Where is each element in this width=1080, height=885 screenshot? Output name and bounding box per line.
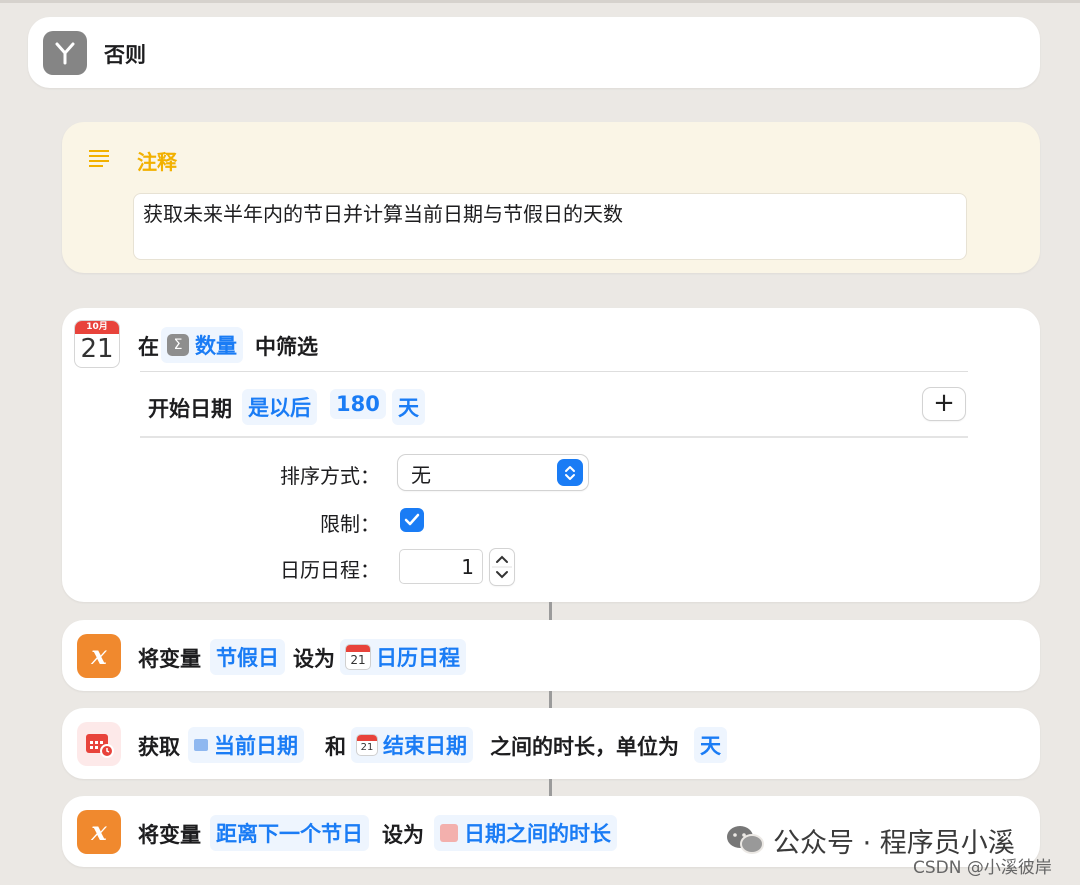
comment-block[interactable]: 注释 获取未来半年内的节日并计算当前日期与节假日的天数 bbox=[62, 122, 1040, 273]
set-var-middle: 设为 bbox=[382, 823, 424, 847]
checkmark-icon bbox=[404, 513, 420, 526]
variable-token[interactable]: 节假日 bbox=[210, 639, 285, 675]
condition-field[interactable]: 开始日期 bbox=[148, 393, 232, 423]
calendar-icon: 21 bbox=[357, 735, 377, 755]
sort-value: 无 bbox=[411, 463, 431, 487]
set-variable-block[interactable]: x 将变量 节假日 设为 21 日历日程 bbox=[62, 620, 1040, 691]
count-stepper[interactable] bbox=[490, 549, 514, 585]
calendar-icon-day: 21 bbox=[80, 334, 114, 364]
duration-middle: 之间的时长，单位为 bbox=[490, 735, 679, 759]
connector-line bbox=[549, 779, 552, 796]
filter-suffix: 中筛选 bbox=[255, 335, 318, 359]
variable-token[interactable]: 距离下一个节日 bbox=[210, 815, 369, 851]
and-label: 和 bbox=[325, 735, 346, 759]
calendar-icon: 21 bbox=[346, 645, 370, 669]
start-date-token[interactable]: 当前日期 bbox=[188, 727, 304, 763]
wechat-icon bbox=[727, 826, 764, 854]
source-token[interactable]: Σ 数量 bbox=[161, 327, 243, 363]
calendar-icon-month: 10月 bbox=[75, 321, 119, 334]
end-date-token[interactable]: 21 结束日期 bbox=[351, 727, 473, 763]
branch-icon bbox=[43, 31, 87, 75]
calendar-icon: 10月 21 bbox=[75, 321, 119, 367]
filter-calendar-events-block[interactable]: 10月 21 在 Σ 数量 中筛选 开始日期 是以后 180 天 + 排序方式：… bbox=[62, 308, 1040, 602]
unit-token[interactable]: 天 bbox=[694, 727, 727, 763]
value-token-label: 日期之间的时长 bbox=[464, 822, 611, 846]
get-time-between-dates-block[interactable]: 获取 当前日期 和 21 结束日期 之间的时长，单位为 天 bbox=[62, 708, 1040, 779]
filter-prefix: 在 bbox=[138, 335, 159, 359]
calendar-clock-icon bbox=[77, 722, 121, 766]
set-var-prefix: 将变量 bbox=[138, 823, 201, 847]
divider bbox=[140, 436, 968, 438]
sort-label: 排序方式： bbox=[280, 464, 380, 488]
connector-line bbox=[549, 602, 552, 620]
lines-icon bbox=[88, 148, 110, 172]
limit-label: 限制： bbox=[320, 512, 380, 536]
top-divider bbox=[0, 0, 1080, 3]
comment-title: 注释 bbox=[137, 150, 177, 174]
get-prefix: 获取 bbox=[138, 735, 180, 759]
connector-line bbox=[549, 691, 552, 708]
condition-value[interactable]: 180 bbox=[330, 389, 386, 419]
set-var-middle: 设为 bbox=[293, 647, 335, 671]
limit-checkbox[interactable] bbox=[400, 508, 424, 532]
set-var-prefix: 将变量 bbox=[138, 647, 201, 671]
source-token-label: 数量 bbox=[195, 334, 237, 358]
value-token[interactable]: 日期之间的时长 bbox=[434, 815, 617, 851]
end-date-label: 结束日期 bbox=[383, 734, 467, 758]
condition-unit[interactable]: 天 bbox=[392, 389, 425, 425]
date-icon bbox=[194, 739, 208, 751]
add-condition-button[interactable]: + bbox=[923, 388, 965, 420]
start-date-label: 当前日期 bbox=[214, 734, 298, 758]
else-title: 否则 bbox=[104, 43, 146, 67]
else-block[interactable]: 否则 bbox=[28, 17, 1040, 88]
csdn-watermark: CSDN @小溪彼岸 bbox=[913, 858, 1052, 878]
count-label: 日历日程： bbox=[280, 558, 380, 582]
duration-icon bbox=[440, 824, 458, 842]
sort-select[interactable]: 无 bbox=[398, 455, 588, 490]
comment-text-field[interactable]: 获取未来半年内的节日并计算当前日期与节假日的天数 bbox=[133, 193, 967, 260]
up-down-chevron-icon bbox=[557, 459, 583, 486]
sigma-icon: Σ bbox=[167, 334, 189, 356]
value-token[interactable]: 21 日历日程 bbox=[340, 639, 466, 675]
count-input[interactable]: 1 bbox=[400, 550, 482, 583]
variable-icon: x bbox=[77, 810, 121, 854]
condition-operator[interactable]: 是以后 bbox=[242, 389, 317, 425]
value-token-label: 日历日程 bbox=[376, 646, 460, 670]
variable-icon: x bbox=[77, 634, 121, 678]
count-value: 1 bbox=[461, 555, 474, 579]
divider bbox=[140, 371, 968, 372]
